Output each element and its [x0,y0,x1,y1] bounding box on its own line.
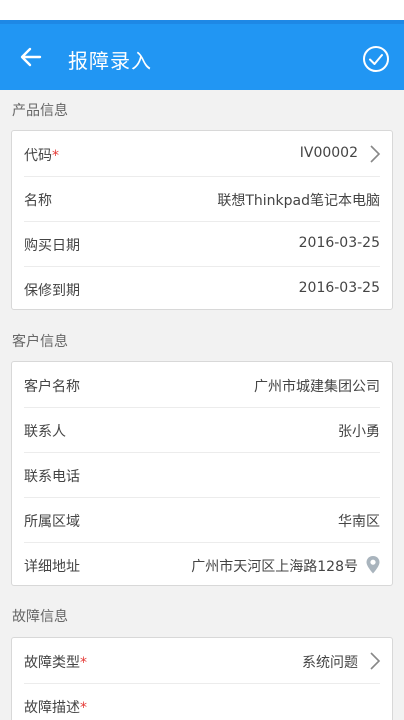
region-value: 华南区 [338,514,380,530]
page-title: 报障录入 [68,49,152,73]
section-title-product: 产品信息 [12,103,68,119]
section-title-fault: 故障信息 [12,609,68,625]
fault-type-label: 故障类型* [24,655,87,671]
row-address[interactable]: 详细地址 广州市天河区上海路128号 [12,542,392,588]
product-card: 代码* IV00002 名称 联想Thinkpad笔记本电脑 购买日期 2016… [11,130,393,310]
name-value: 联想Thinkpad笔记本电脑 [217,193,380,209]
fault-description-label: 故障描述* [24,700,87,716]
row-fault-type[interactable]: 故障类型* 系统问题 [12,638,392,684]
required-mark: * [80,700,87,716]
row-customer-name: 客户名称 广州市城建集团公司 [12,362,392,408]
address-value[interactable]: 广州市天河区上海路128号 [191,556,358,576]
chevron-right-icon [370,145,381,163]
name-label: 名称 [24,193,52,209]
code-label: 代码* [24,148,59,164]
contact-value[interactable]: 张小勇 [338,421,380,441]
check-circle-icon[interactable] [362,45,390,73]
back-arrow-icon[interactable] [18,44,44,70]
section-title-customer: 客户信息 [12,334,68,350]
row-region: 所属区域 华南区 [12,497,392,543]
row-purchase-date: 购买日期 2016-03-25 [12,221,392,267]
chevron-right-icon [370,652,381,670]
row-name: 名称 联想Thinkpad笔记本电脑 [12,176,392,222]
status-bar-overlay [0,0,404,20]
row-warranty: 保修到期 2016-03-25 [12,266,392,312]
contact-label: 联系人 [24,424,66,440]
fault-card: 故障类型* 系统问题 故障描述* [11,637,393,720]
row-phone[interactable]: 联系电话 [12,452,392,498]
row-fault-description[interactable]: 故障描述* [12,683,392,720]
status-bar [0,0,404,24]
purchase-date-value: 2016-03-25 [298,235,380,251]
customer-name-value: 广州市城建集团公司 [254,379,380,395]
code-value: IV00002 [299,145,358,161]
region-label: 所属区域 [24,514,80,530]
customer-card: 客户名称 广州市城建集团公司 联系人 张小勇 联系电话 所属区域 华南区 详细地… [11,361,393,586]
customer-name-label: 客户名称 [24,379,80,395]
fault-type-value: 系统问题 [302,655,358,671]
phone-label: 联系电话 [24,469,80,485]
warranty-value: 2016-03-25 [298,280,380,296]
app-bar: 报障录入 [0,24,404,90]
required-mark: * [52,148,59,164]
row-code[interactable]: 代码* IV00002 [12,131,392,177]
row-contact[interactable]: 联系人 张小勇 [12,407,392,453]
location-pin-icon[interactable] [365,555,381,575]
required-mark: * [80,655,87,671]
warranty-label: 保修到期 [24,283,80,299]
purchase-date-label: 购买日期 [24,238,80,254]
address-label: 详细地址 [24,559,80,575]
